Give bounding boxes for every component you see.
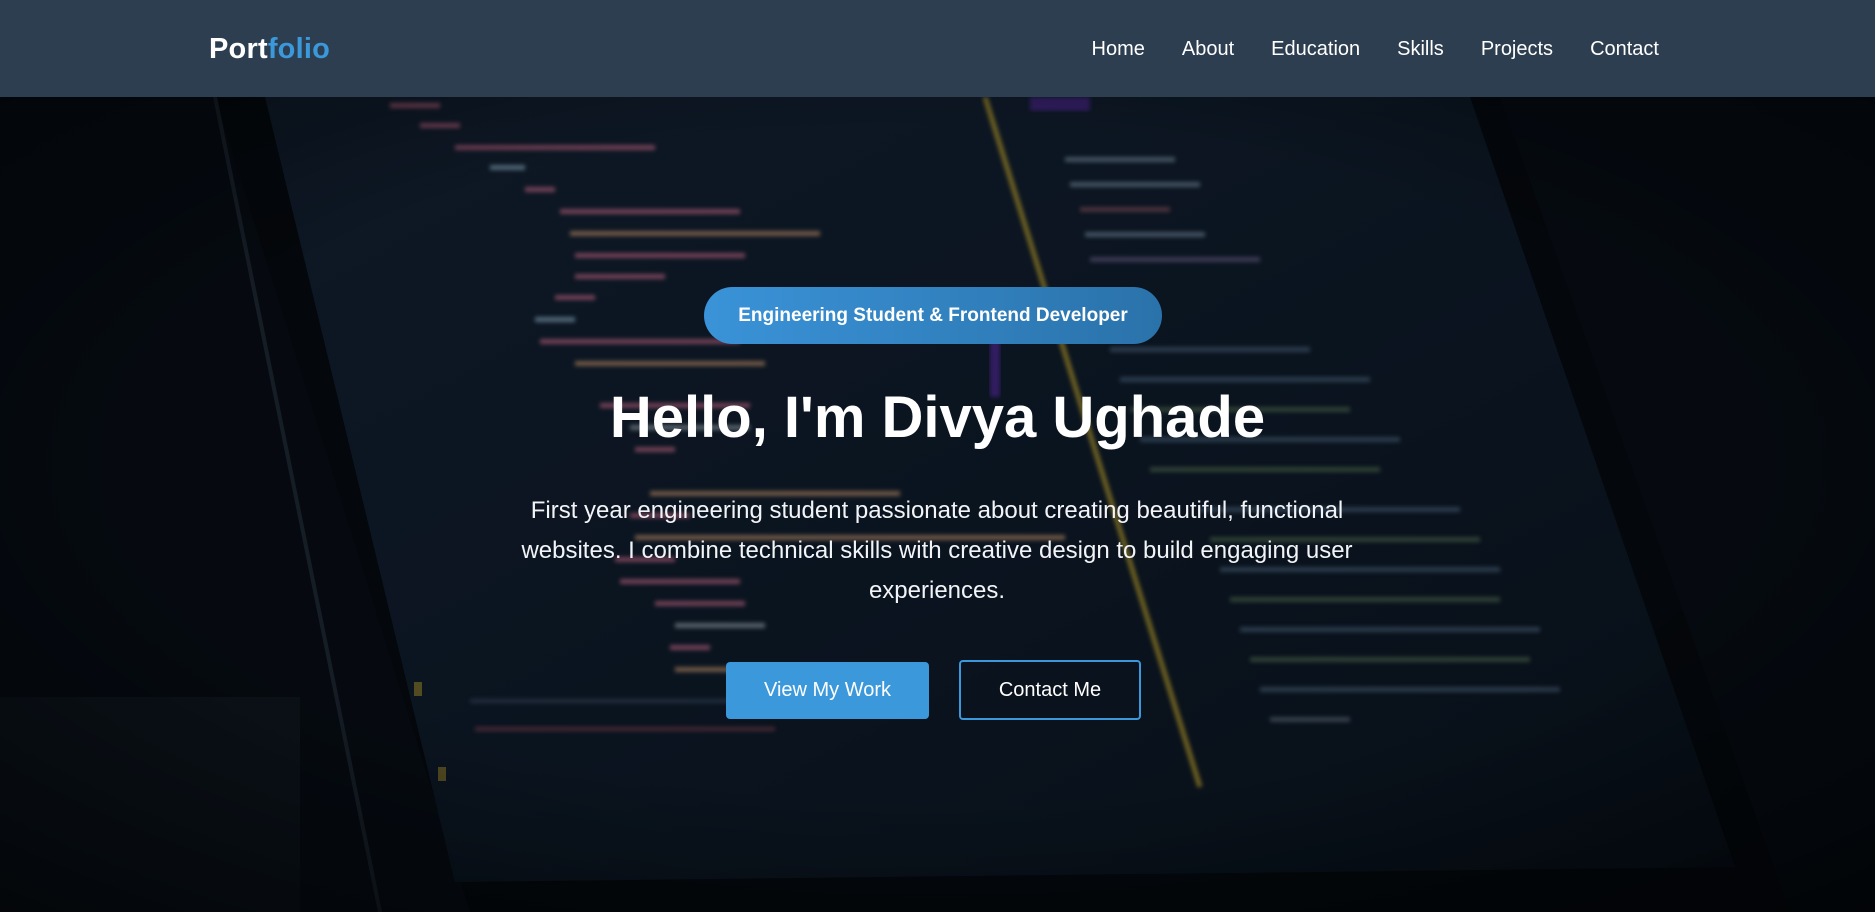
nav-link-education[interactable]: Education bbox=[1271, 36, 1360, 62]
hero-content: Engineering Student & Frontend Developer… bbox=[0, 97, 1875, 912]
nav-link-contact[interactable]: Contact bbox=[1590, 36, 1659, 62]
nav-link-skills[interactable]: Skills bbox=[1397, 36, 1444, 62]
top-navbar: Port folio Home About Education Skills Pr… bbox=[0, 0, 1875, 97]
portfolio-page: Port folio Home About Education Skills Pr… bbox=[0, 0, 1875, 912]
nav-menu: Home About Education Skills Projects Con… bbox=[1092, 36, 1659, 62]
nav-link-home[interactable]: Home bbox=[1092, 36, 1145, 62]
logo-text-port: Port bbox=[209, 33, 268, 65]
view-my-work-button[interactable]: View My Work bbox=[726, 662, 929, 719]
logo-text-folio: folio bbox=[267, 33, 331, 65]
hero-description: First year engineering student passionat… bbox=[521, 497, 1353, 604]
contact-me-button[interactable]: Contact Me bbox=[959, 660, 1141, 720]
hero-title: Hello, I'm Divya Ughade bbox=[609, 385, 1266, 450]
nav-link-projects[interactable]: Projects bbox=[1481, 36, 1553, 62]
role-badge: Engineering Student & Frontend Developer bbox=[704, 287, 1162, 344]
nav-link-about[interactable]: About bbox=[1182, 36, 1234, 62]
hero-section: Engineering Student & Frontend Developer… bbox=[0, 97, 1875, 912]
logo[interactable]: Port folio bbox=[209, 31, 330, 67]
